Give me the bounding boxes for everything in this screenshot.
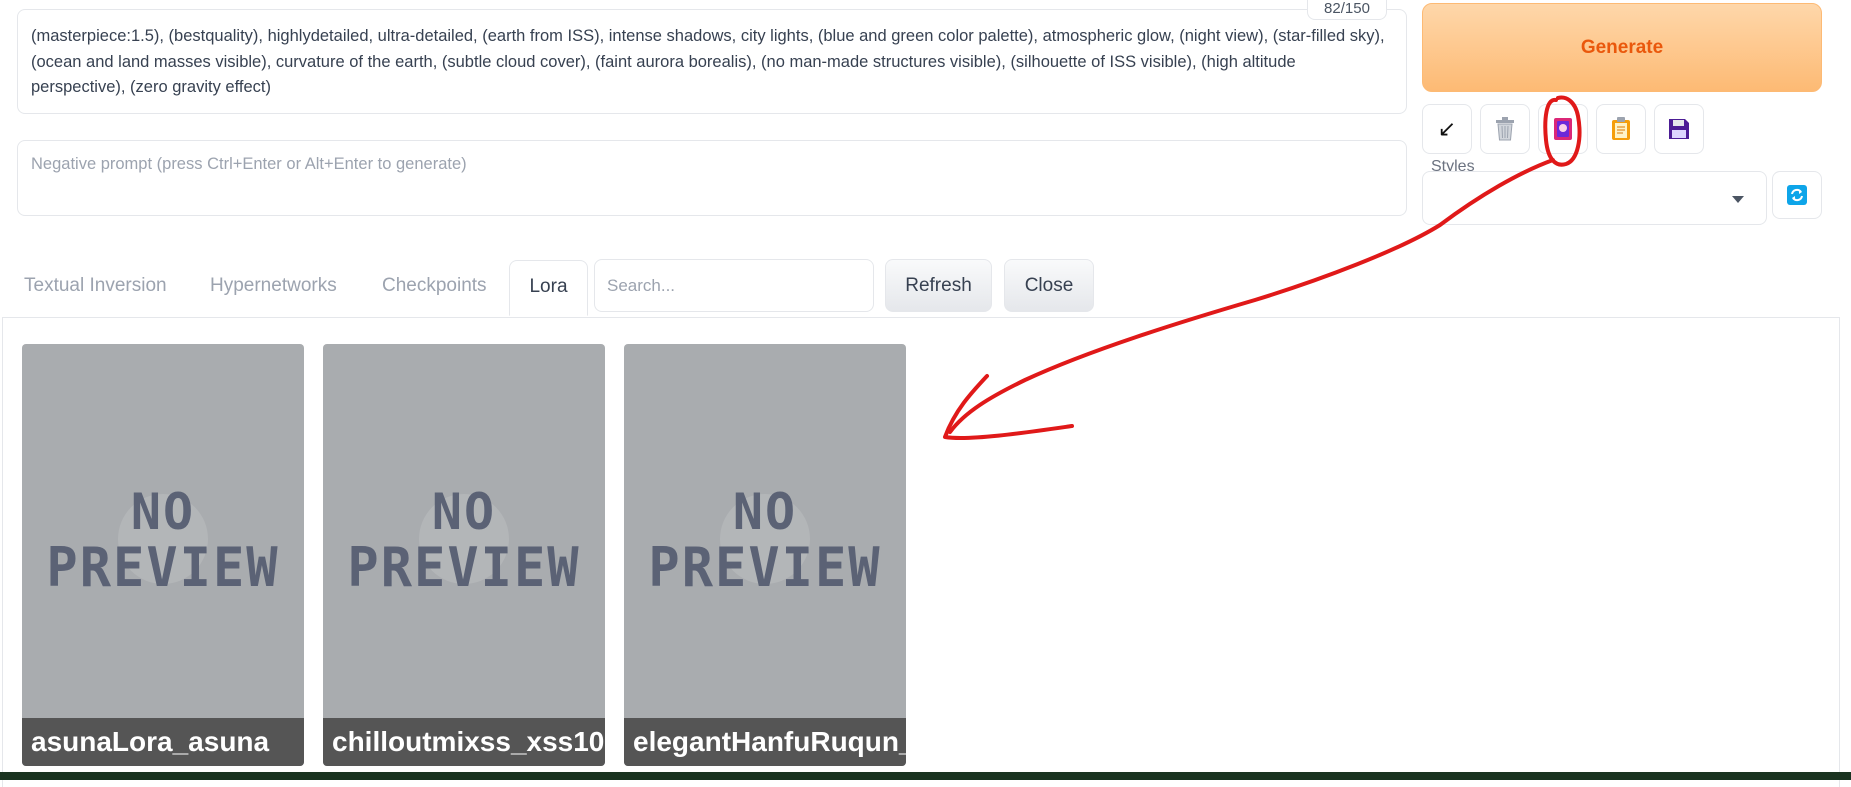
lora-card[interactable]: NO PREVIEW chilloutmixss_xss10 [323, 344, 605, 766]
chevron-down-icon [1732, 196, 1744, 203]
styles-dropdown[interactable] [1422, 171, 1767, 225]
no-preview-line1: NO [431, 483, 497, 541]
no-preview-line2: PREVIEW [347, 536, 581, 600]
no-preview-line1: NO [130, 483, 196, 541]
show-extra-networks-button[interactable] [1538, 104, 1588, 154]
search-input[interactable] [594, 259, 874, 312]
refresh-styles-button[interactable] [1772, 171, 1822, 219]
apply-styles-button[interactable] [1596, 104, 1646, 154]
taskbar-strip [0, 772, 1851, 780]
tab-hypernetworks[interactable]: Hypernetworks [210, 260, 337, 316]
save-icon [1669, 119, 1689, 139]
clear-prompt-button[interactable] [1480, 104, 1530, 154]
refresh-button[interactable]: Refresh [885, 259, 992, 312]
prompt-textarea[interactable]: (masterpiece:1.5), (bestquality), highly… [17, 9, 1407, 114]
token-counter: 82/150 [1307, 0, 1387, 20]
save-style-button[interactable] [1654, 104, 1704, 154]
card-label: elegantHanfuRuqun_v10 [624, 718, 906, 766]
extra-networks-icon [1554, 118, 1572, 140]
negative-prompt-textarea[interactable]: Negative prompt (press Ctrl+Enter or Alt… [17, 140, 1407, 216]
lora-card[interactable]: NO PREVIEW asunaLora_asuna [22, 344, 304, 766]
lora-card[interactable]: NO PREVIEW elegantHanfuRuqun_v10 [624, 344, 906, 766]
no-preview-line2: PREVIEW [648, 536, 882, 600]
no-preview-line1: NO [732, 483, 798, 541]
trash-icon [1496, 117, 1514, 141]
tab-textual-inversion[interactable]: Textual Inversion [24, 260, 167, 316]
refresh-icon [1787, 185, 1807, 205]
card-label: asunaLora_asuna [22, 718, 304, 766]
no-preview-line2: PREVIEW [46, 536, 280, 600]
read-params-button[interactable]: ↙ [1422, 104, 1472, 154]
clipboard-icon [1612, 117, 1630, 140]
close-button[interactable]: Close [1004, 259, 1094, 312]
tab-lora[interactable]: Lora [509, 260, 588, 316]
no-preview-text: NO PREVIEW [624, 483, 906, 600]
no-preview-text: NO PREVIEW [323, 483, 605, 600]
read-generation-params-icon: ↙ [1437, 116, 1457, 141]
card-label: chilloutmixss_xss10 [323, 718, 605, 766]
no-preview-text: NO PREVIEW [22, 483, 304, 600]
generate-button[interactable]: Generate [1422, 3, 1822, 92]
tab-checkpoints[interactable]: Checkpoints [382, 260, 487, 316]
